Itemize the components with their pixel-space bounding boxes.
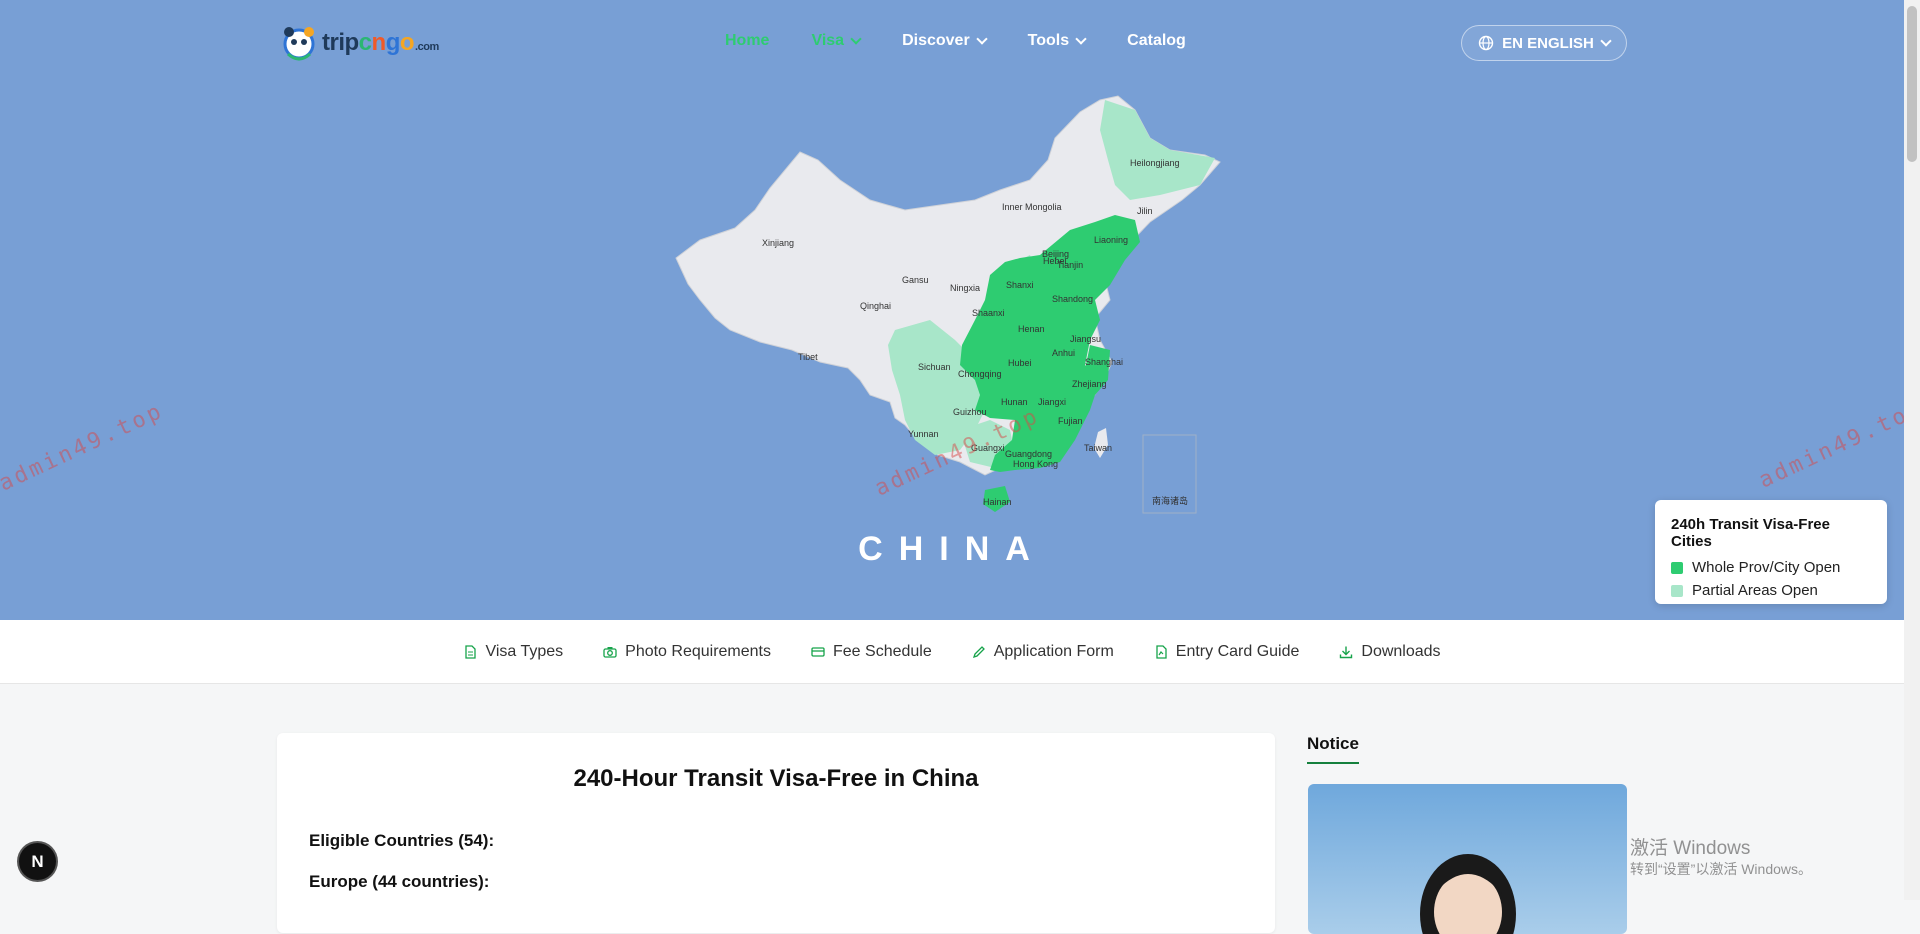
signed-document-icon [1156,644,1167,659]
subnav-entry-card-guide[interactable]: Entry Card Guide [1154,643,1299,661]
eligible-countries-heading: Eligible Countries (54): [309,831,495,850]
legend-title: 240h Transit Visa-Free Cities [1671,516,1830,550]
nav-home[interactable]: Home [725,32,769,50]
globe-icon [1478,35,1494,51]
hero-banner: 南海诸岛 Heilongjiang Jilin Liaoning Inner M… [0,0,1904,620]
legend-item-partial: Partial Areas Open [1671,582,1871,599]
country-title: CHINA [858,530,1046,568]
label-guizhou: Guizhou [953,407,987,417]
label-hebei: Hebei [1043,256,1067,266]
main-content-card: 240-Hour Transit Visa-Free in China Elig… [277,733,1275,933]
windows-activation-title: 激活 Windows [1630,838,1751,859]
label-heilongjiang: Heilongjiang [1130,158,1180,168]
label-shanxi: Shanxi [1006,280,1034,290]
label-hunan: Hunan [1001,397,1028,407]
label-jilin: Jilin [1137,206,1153,216]
chevron-down-icon [1075,33,1087,45]
subnav-application-form[interactable]: Application Form [972,643,1114,661]
label-tibet: Tibet [798,352,818,362]
chevron-down-icon [976,33,988,45]
label-guangdong: Guangdong [1005,449,1052,459]
label-henan: Henan [1018,324,1045,334]
main-nav: Home Visa Discover Tools Catalog [725,32,1228,50]
label-jiangsu: Jiangsu [1070,334,1101,344]
site-logo[interactable]: tripcngo.com [282,22,439,64]
nav-catalog[interactable]: Catalog [1127,32,1186,50]
camera-icon [603,646,617,658]
subnav-photo-requirements[interactable]: Photo Requirements [603,643,771,661]
label-qinghai: Qinghai [860,301,891,311]
europe-heading: Europe (44 countries): [309,872,490,891]
chevron-down-icon [850,33,862,45]
label-taiwan: Taiwan [1084,443,1112,453]
notice-image-card[interactable] [1308,784,1627,934]
china-map[interactable]: 南海诸岛 Heilongjiang Jilin Liaoning Inner M… [0,0,1904,620]
subnav-fee-schedule[interactable]: Fee Schedule [811,643,932,661]
scrollbar-thumb[interactable] [1907,6,1917,162]
subnav-visa-types[interactable]: Visa Types [463,643,563,661]
nav-discover[interactable]: Discover [902,32,988,50]
legend-swatch-partial [1671,584,1683,597]
label-ningxia: Ningxia [950,283,980,293]
nav-tools[interactable]: Tools [1028,32,1087,50]
pen-icon [972,645,985,658]
site-header: tripcngo.com Home Visa Discover Tools Ca… [0,0,1904,88]
chevron-down-icon [1600,35,1612,47]
legend-item-whole: Whole Prov/City Open [1671,559,1871,576]
label-shaanxi: Shaanxi [972,308,1005,318]
nextjs-badge[interactable]: N [19,843,56,880]
label-xinjiang: Xinjiang [762,238,794,248]
label-jiangxi: Jiangxi [1038,397,1066,407]
label-hong-kong: Hong Kong [1013,459,1058,469]
logo-text: tripcngo.com [322,29,439,56]
language-selector[interactable]: EN ENGLISH [1461,25,1627,61]
label-shandong: Shandong [1052,294,1093,304]
page-scrollbar[interactable] [1904,0,1920,900]
nav-visa[interactable]: Visa [811,32,862,50]
label-anhui: Anhui [1052,348,1075,358]
notice-heading: Notice [1307,734,1359,764]
label-chongqing: Chongqing [958,369,1002,379]
label-hainan: Hainan [983,497,1012,507]
label-zhejiang: Zhejiang [1072,379,1107,389]
south-china-sea-label: 南海诸岛 [1152,495,1188,506]
map-heilongjiang [1100,100,1215,200]
credit-card-icon [811,646,825,657]
label-fujian: Fujian [1058,416,1083,426]
label-inner-mongolia: Inner Mongolia [1002,202,1062,212]
label-hubei: Hubei [1008,358,1032,368]
label-gansu: Gansu [902,275,929,285]
label-sichuan: Sichuan [918,362,951,372]
visa-subnav: Visa Types Photo Requirements Fee Schedu… [0,620,1904,684]
label-shanghai: Shanghai [1085,357,1123,367]
legend-swatch-whole [1671,561,1683,574]
subnav-downloads[interactable]: Downloads [1339,643,1441,661]
windows-activation-hint: 转到“设置”以激活 Windows。 [1630,861,1813,877]
notice-person-image [1420,854,1516,934]
language-label: EN ENGLISH [1502,34,1594,52]
map-legend: 240h Transit Visa-Free Cities Whole Prov… [1655,500,1887,604]
download-icon [1340,646,1353,658]
label-liaoning: Liaoning [1094,235,1128,245]
document-icon [465,644,477,659]
label-yunnan: Yunnan [908,429,939,439]
panda-logo-icon [283,27,315,61]
page-title: 240-Hour Transit Visa-Free in China [573,765,979,792]
